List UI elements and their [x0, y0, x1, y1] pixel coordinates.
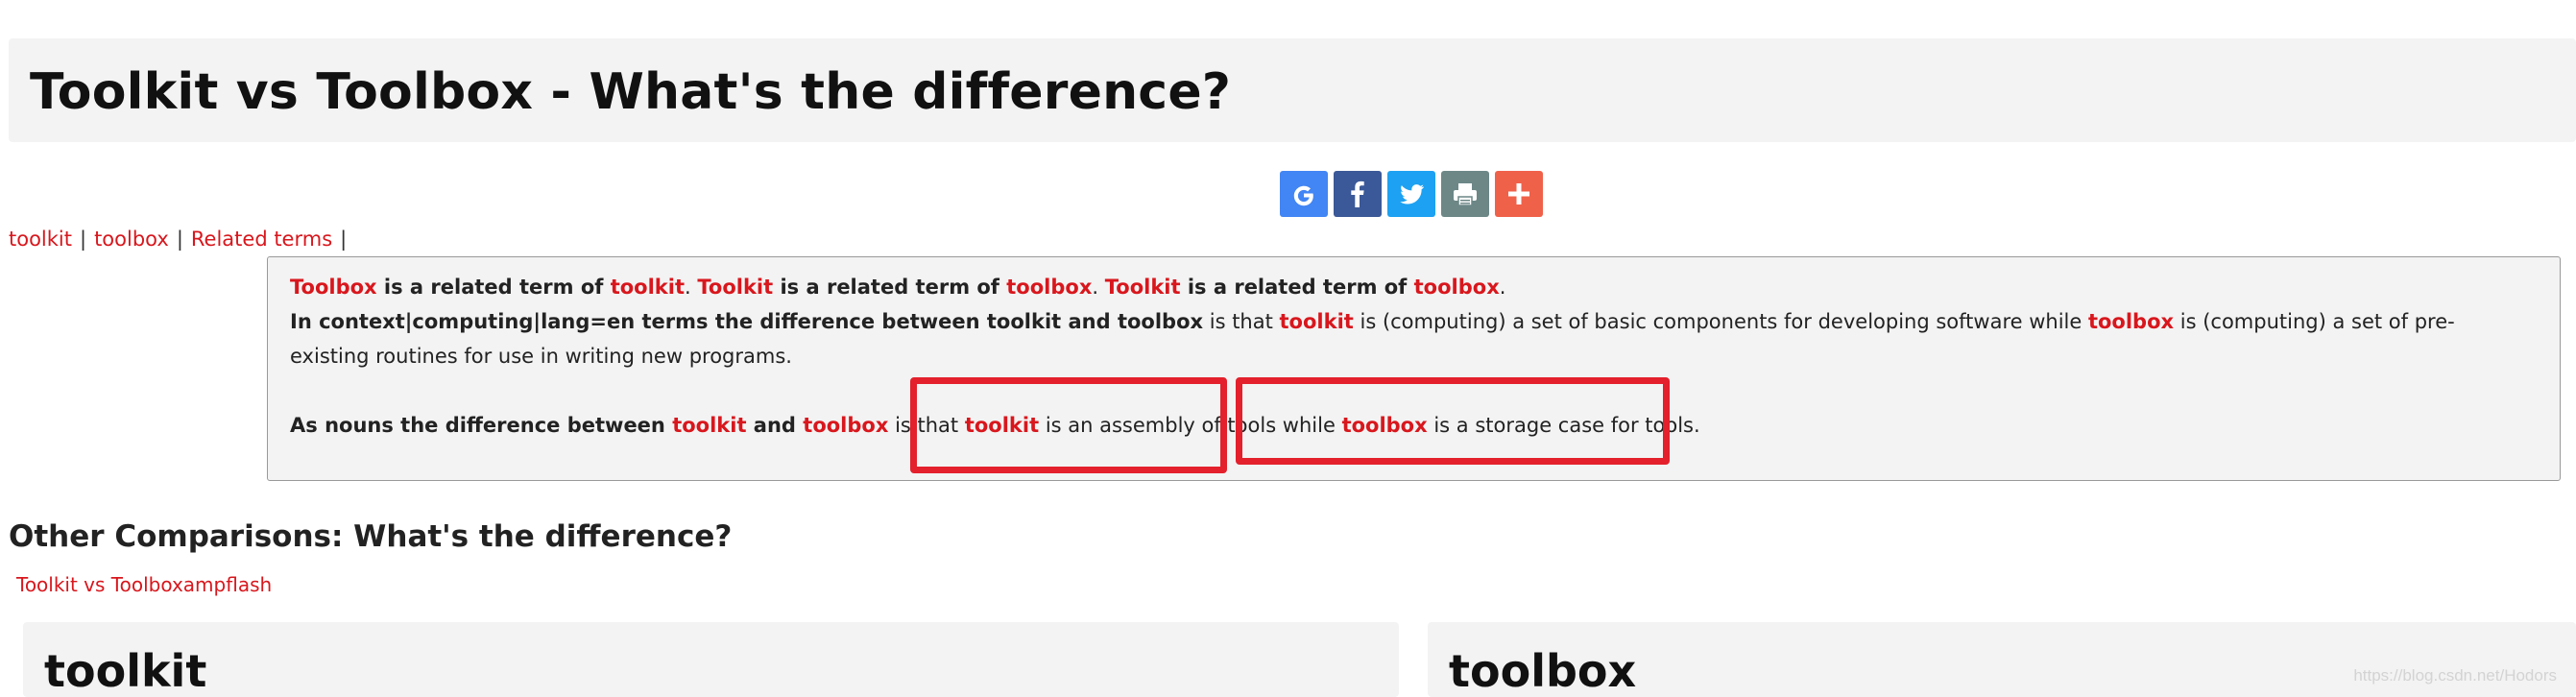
term-link[interactable]: toolkit	[611, 276, 685, 299]
facebook-icon	[1351, 180, 1364, 207]
highlight-box-toolbox	[1236, 377, 1670, 465]
tag-separator: |	[340, 228, 348, 251]
keyword: toolkit	[1279, 310, 1354, 333]
term-link[interactable]: toolbox	[1414, 276, 1500, 299]
text: is (computing) a set of basic components…	[1353, 310, 2088, 333]
term-link[interactable]: Toolbox	[290, 276, 377, 299]
card-title: toolbox	[1449, 645, 1637, 697]
watermark: https://blog.csdn.net/Hodors	[2353, 666, 2557, 685]
card-title: toolkit	[44, 645, 207, 697]
facebook-share-button[interactable]	[1334, 171, 1382, 217]
term-link[interactable]: toolbox	[803, 414, 888, 437]
tag-link-toolbox[interactable]: toolbox	[94, 228, 169, 251]
term-link[interactable]: Toolkit	[1105, 276, 1181, 299]
keyword: toolbox	[2087, 310, 2175, 333]
term-link[interactable]: toolbox	[1006, 276, 1092, 299]
text: .	[1092, 276, 1105, 299]
google-share-button[interactable]	[1280, 171, 1328, 217]
print-icon	[1454, 183, 1477, 206]
title-bar: Toolkit vs Toolbox - What's the differen…	[9, 38, 2576, 142]
other-comparisons-heading: Other Comparisons: What's the difference…	[9, 519, 733, 554]
toolbox-card: toolbox	[1428, 622, 2576, 697]
computing-difference-paragraph: In context|computing|lang=en terms the d…	[290, 304, 2531, 373]
term-link[interactable]: Toolkit	[697, 276, 773, 299]
text: is a related term of	[773, 276, 1007, 299]
more-share-button[interactable]	[1495, 171, 1543, 217]
text: is that	[1203, 310, 1280, 333]
text: and	[746, 414, 804, 437]
text: As nouns the difference between	[290, 414, 673, 437]
comparison-link[interactable]: Toolkit vs Toolboxampflash	[16, 573, 272, 596]
text: is a related term of	[1180, 276, 1414, 299]
plus-icon	[1508, 183, 1529, 204]
page-title: Toolkit vs Toolbox - What's the differen…	[30, 63, 1232, 121]
tag-link-toolkit[interactable]: toolkit	[9, 228, 72, 251]
term-link[interactable]: toolkit	[672, 414, 746, 437]
print-button[interactable]	[1441, 171, 1489, 217]
text: .	[685, 276, 698, 299]
text: is a related term of	[376, 276, 611, 299]
google-icon	[1293, 185, 1313, 206]
tag-separator: |	[80, 228, 87, 251]
text: .	[1499, 276, 1506, 299]
tag-link-related-terms[interactable]: Related terms	[191, 228, 332, 251]
related-terms-line: Toolbox is a related term of toolkit. To…	[290, 270, 2531, 304]
toolkit-card: toolkit	[23, 622, 1399, 697]
twitter-icon	[1400, 184, 1425, 204]
tag-links: toolkit | toolbox | Related terms |	[9, 228, 354, 251]
share-bar	[1280, 171, 1543, 217]
text: In context|computing|lang=en terms the d…	[290, 310, 1204, 333]
tag-separator: |	[176, 228, 183, 251]
highlight-box-toolkit	[910, 377, 1227, 473]
twitter-share-button[interactable]	[1387, 171, 1435, 217]
